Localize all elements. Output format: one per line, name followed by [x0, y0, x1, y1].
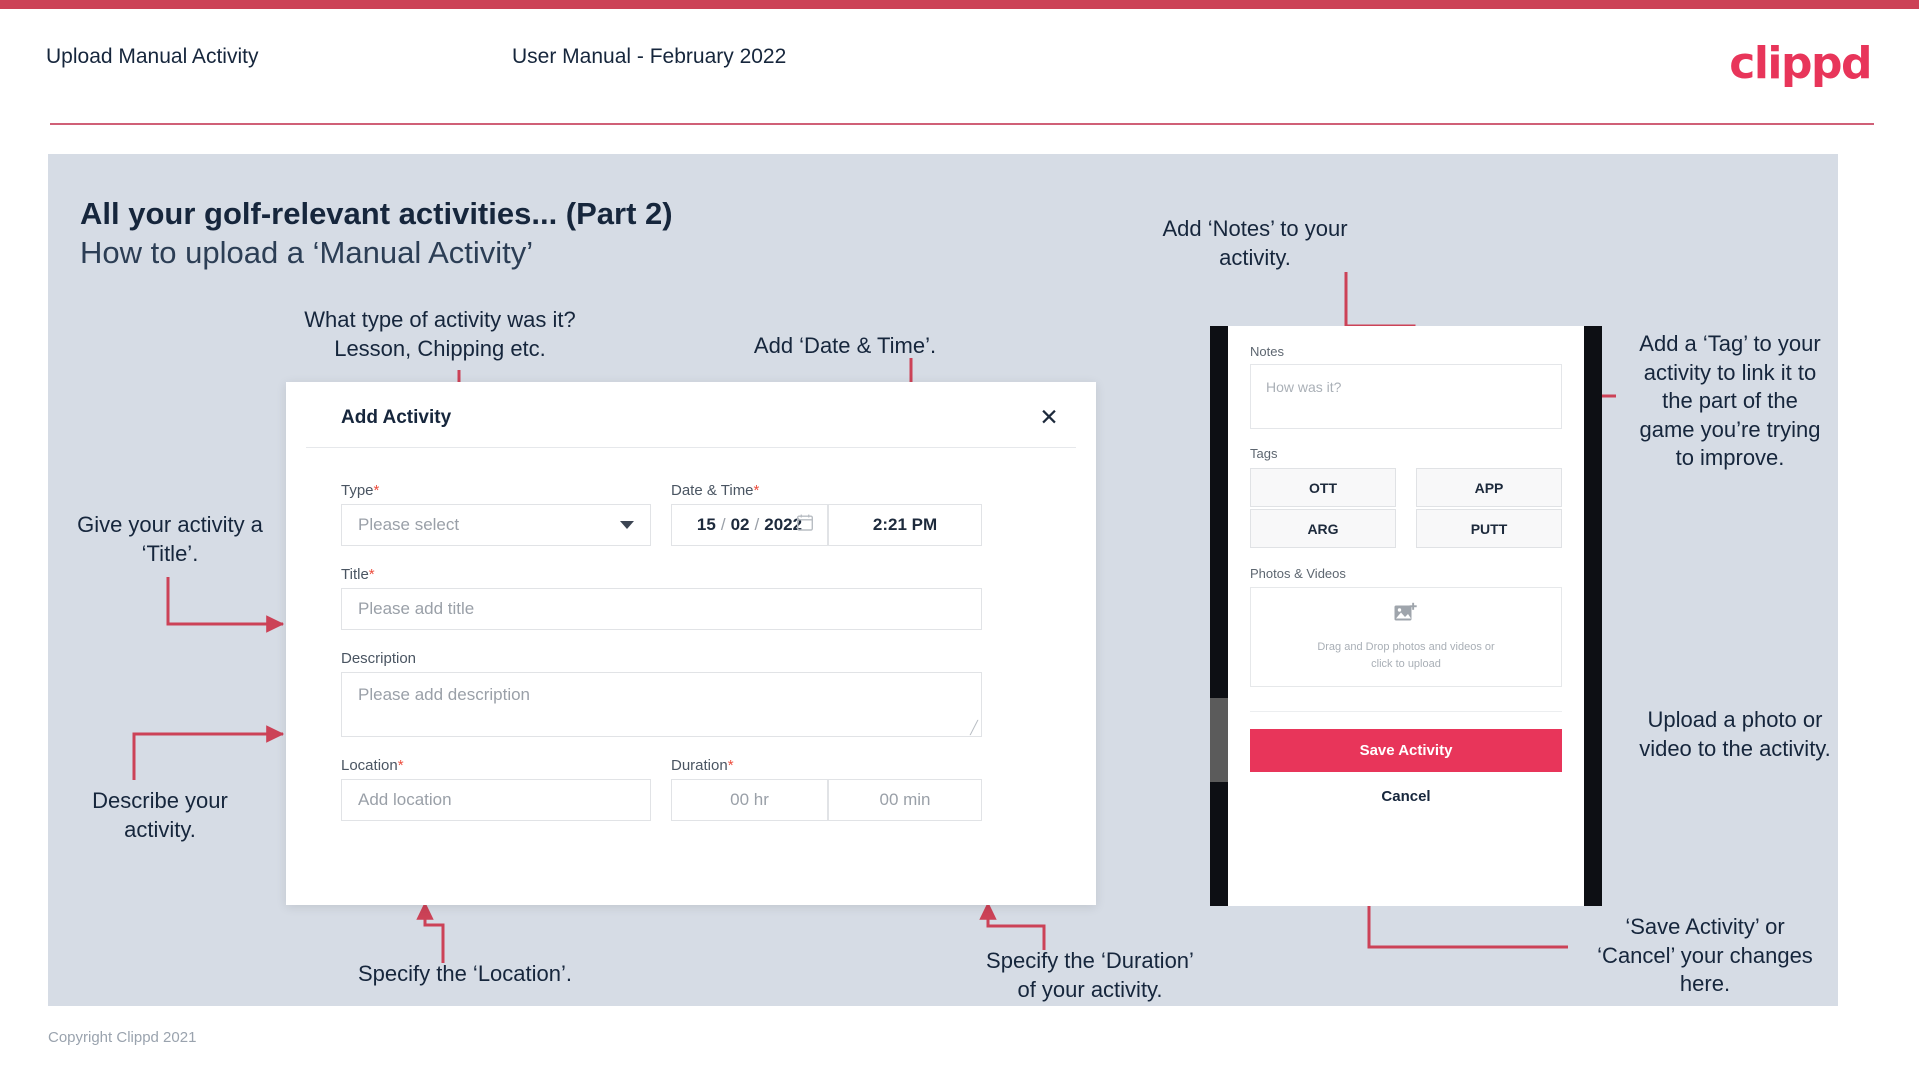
duration-label: Duration*: [671, 757, 734, 774]
title-placeholder: Please add title: [358, 599, 475, 618]
chevron-down-icon: [620, 521, 634, 529]
tag-putt[interactable]: PUTT: [1416, 509, 1562, 548]
tags-label: Tags: [1250, 446, 1278, 461]
location-input[interactable]: Add location: [341, 779, 651, 821]
resize-handle-icon[interactable]: ╱: [970, 721, 978, 734]
required-asterisk: *: [373, 482, 380, 499]
add-activity-dialog: Add Activity ✕ Type* Please select Date …: [286, 382, 1096, 905]
page-subtitle: How to upload a ‘Manual Activity’: [80, 235, 534, 270]
type-placeholder: Please select: [358, 515, 460, 534]
top-accent-bar: [0, 0, 1919, 9]
dropzone-text: Drag and Drop photos and videos or click…: [1317, 641, 1495, 670]
phone-screen: Notes How was it? Tags OTT APP ARG PUTT …: [1228, 326, 1584, 906]
notes-placeholder: How was it?: [1266, 379, 1342, 395]
callout-save-cancel: ‘Save Activity’ or ‘Cancel’ your changes…: [1597, 914, 1813, 997]
clippd-logo: clippd: [1729, 38, 1872, 89]
header-title: Upload Manual Activity: [46, 45, 259, 68]
date-input[interactable]: 15 / 02 / 2022: [671, 504, 828, 546]
callout-upload: Upload a photo or video to the activity.: [1639, 707, 1831, 761]
tag-arg[interactable]: ARG: [1250, 509, 1396, 548]
callout-tag: Add a ‘Tag’ to your activity to link it …: [1639, 331, 1821, 471]
phone-mockup: Notes How was it? Tags OTT APP ARG PUTT …: [1210, 326, 1602, 906]
required-asterisk: *: [753, 482, 760, 499]
date-month: 02: [730, 515, 750, 534]
duration-minutes-input[interactable]: 00 min: [828, 779, 982, 821]
phone-bezel-left: [1210, 326, 1228, 906]
phone-side-button: [1210, 698, 1228, 782]
description-label: Description: [341, 650, 417, 667]
title-label: Title*: [341, 566, 375, 583]
page-title: All your golf-relevant activities... (Pa…: [80, 196, 673, 231]
description-placeholder: Please add description: [358, 685, 531, 704]
type-select[interactable]: Please select: [341, 504, 651, 546]
date-day: 15: [696, 515, 716, 534]
tag-app[interactable]: APP: [1416, 468, 1562, 507]
datetime-label: Date & Time*: [671, 482, 760, 499]
callout-title: Give your activity a ‘Title’.: [77, 512, 263, 566]
description-textarea[interactable]: Please add description ╱: [341, 672, 982, 737]
required-asterisk: *: [368, 566, 375, 583]
callout-notes: Add ‘Notes’ to your activity.: [1162, 216, 1348, 270]
phone-divider: [1250, 711, 1562, 712]
title-input[interactable]: Please add title: [341, 588, 982, 630]
required-asterisk: *: [727, 757, 734, 774]
tag-ott[interactable]: OTT: [1250, 468, 1396, 507]
date-separator-2: /: [754, 515, 760, 534]
time-input[interactable]: 2:21 PM: [828, 504, 982, 546]
location-placeholder: Add location: [358, 790, 452, 809]
callout-location: Specify the ‘Location’.: [357, 961, 573, 986]
photos-label: Photos & Videos: [1250, 566, 1346, 581]
dialog-divider: [306, 447, 1076, 448]
time-value: 2:21 PM: [872, 515, 938, 534]
calendar-icon[interactable]: [796, 514, 814, 536]
footer-copyright: Copyright Clippd 2021: [48, 1029, 197, 1046]
required-asterisk: *: [397, 757, 404, 774]
header-divider: [50, 123, 1874, 125]
type-label: Type*: [341, 482, 380, 499]
location-label: Location*: [341, 757, 404, 774]
callout-datetime: Add ‘Date & Time’.: [753, 333, 937, 358]
duration-hours-input[interactable]: 00 hr: [671, 779, 828, 821]
notes-label: Notes: [1250, 344, 1284, 359]
close-icon[interactable]: ✕: [1032, 401, 1066, 435]
cancel-button[interactable]: Cancel: [1250, 788, 1562, 805]
save-activity-button[interactable]: Save Activity: [1250, 729, 1562, 772]
notes-input[interactable]: [1250, 364, 1562, 429]
callout-describe: Describe your activity.: [92, 788, 228, 842]
slide-root: Upload Manual Activity User Manual - Feb…: [0, 0, 1919, 1079]
duration-hours-placeholder: 00 hr: [730, 790, 769, 809]
date-separator-1: /: [720, 515, 726, 534]
phone-bezel-right: [1584, 326, 1602, 906]
callout-type: What type of activity was it? Lesson, Ch…: [304, 307, 576, 361]
photo-dropzone[interactable]: Drag and Drop photos and videos or click…: [1250, 587, 1562, 687]
dialog-title: Add Activity: [341, 407, 452, 428]
duration-minutes-placeholder: 00 min: [879, 790, 931, 809]
image-upload-icon: [1394, 602, 1418, 629]
callout-duration: Specify the ‘Duration’ of your activity.: [986, 948, 1194, 1002]
header-subtitle: User Manual - February 2022: [512, 45, 787, 68]
